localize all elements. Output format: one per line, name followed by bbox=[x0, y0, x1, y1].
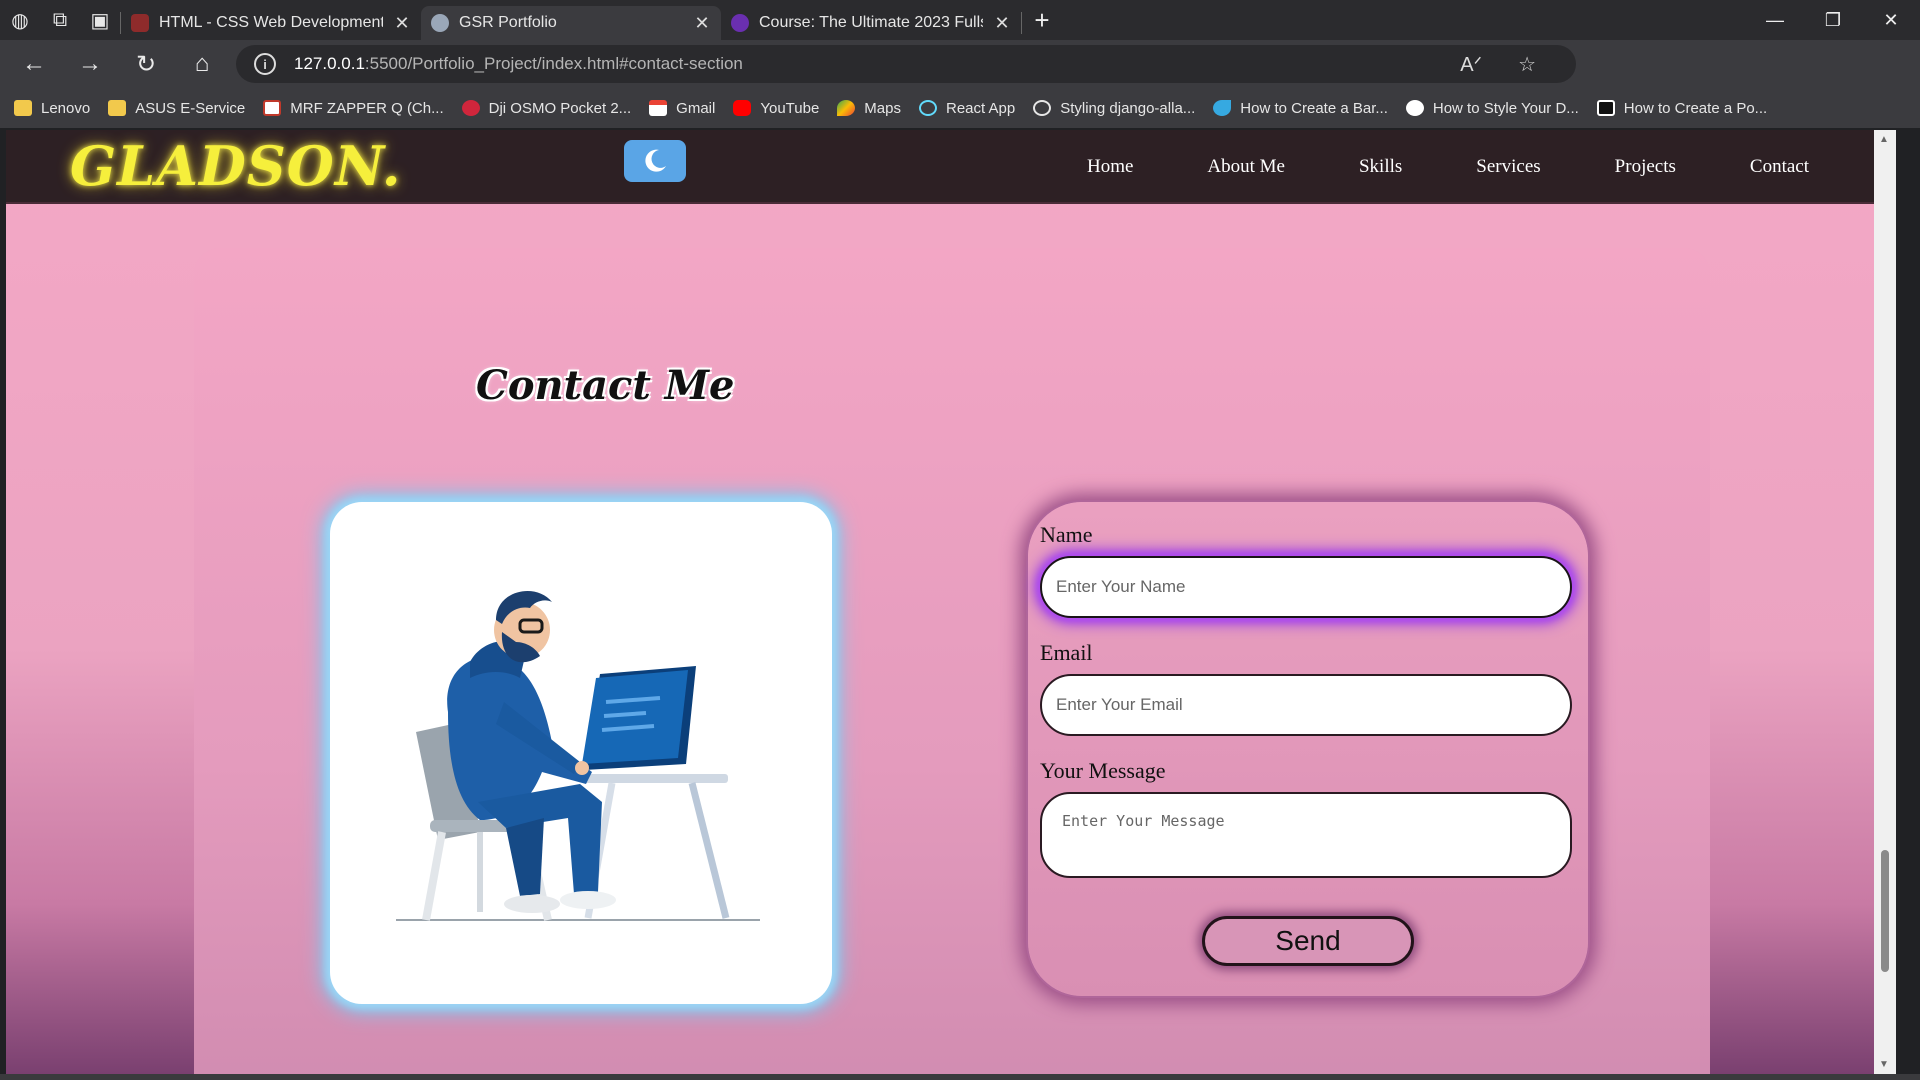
nav-links: Home About Me Skills Services Projects C… bbox=[1050, 130, 1846, 204]
react-icon bbox=[918, 100, 937, 116]
read-aloud-icon[interactable]: Aᐟ bbox=[1460, 52, 1482, 77]
bookmark-gmail[interactable]: Gmail bbox=[649, 100, 715, 117]
message-label: Your Message bbox=[1040, 758, 1166, 783]
vertical-scrollbar[interactable]: ▲ ▼ bbox=[1874, 130, 1896, 1074]
contact-title: Contact Me bbox=[476, 362, 735, 409]
fish-icon bbox=[1213, 100, 1232, 116]
folder-icon bbox=[108, 100, 127, 116]
browser-tab-course[interactable]: Course: The Ultimate 2023 Fullsta ✕ bbox=[721, 6, 1021, 40]
close-icon[interactable]: ✕ bbox=[693, 13, 711, 34]
profile-icon[interactable]: ◍ bbox=[0, 0, 40, 40]
nav-home-link[interactable]: Home bbox=[1050, 156, 1170, 178]
gmail-icon bbox=[649, 100, 668, 116]
url-host: 127.0.0.1 bbox=[294, 54, 365, 73]
name-label: Name bbox=[1040, 522, 1093, 547]
home-icon[interactable]: ⌂ bbox=[174, 40, 230, 88]
url-path: :5500/Portfolio_Project/index.html#conta… bbox=[364, 54, 743, 73]
scroll-up-icon[interactable]: ▲ bbox=[1879, 134, 1889, 145]
minimize-icon[interactable]: — bbox=[1746, 0, 1804, 40]
pdf-icon bbox=[131, 14, 149, 32]
contact-illustration-card bbox=[330, 502, 832, 1004]
folder-icon bbox=[14, 100, 32, 116]
tab-actions-icon[interactable]: ▣ bbox=[80, 0, 120, 40]
bookmarks-bar: Lenovo ASUS E-Service MRF ZAPPER Q (Ch..… bbox=[0, 88, 1920, 128]
browser-tab-bar: ◍ ⧉ ▣ HTML - CSS Web Development P ✕ GSR… bbox=[0, 0, 1920, 40]
address-toolbar: ← → ↻ ⌂ i 127.0.0.1:5500/Portfolio_Proje… bbox=[0, 40, 1920, 117]
maps-icon bbox=[837, 100, 856, 116]
browser-tab-gsr-portfolio[interactable]: GSR Portfolio ✕ bbox=[421, 6, 721, 40]
restore-icon[interactable]: ❐ bbox=[1804, 0, 1862, 40]
back-icon[interactable]: ← bbox=[6, 40, 62, 88]
code-icon bbox=[1596, 100, 1615, 116]
page-viewport: Contact Me Name Enter Your Name Email En… bbox=[6, 130, 1896, 1074]
contact-form: Name Email Your Message Send bbox=[1028, 502, 1588, 996]
bottom-scroll-edge bbox=[0, 1074, 1920, 1080]
bookmark-create-po[interactable]: How to Create a Po... bbox=[1596, 100, 1767, 117]
nav-skills-link[interactable]: Skills bbox=[1322, 156, 1439, 178]
workspaces-icon[interactable]: ⧉ bbox=[40, 0, 80, 40]
globe-icon bbox=[431, 14, 449, 32]
udemy-icon bbox=[731, 14, 749, 32]
name-input[interactable] bbox=[1040, 556, 1572, 618]
bookmark-dji[interactable]: Dji OSMO Pocket 2... bbox=[461, 100, 631, 117]
nav-about-link[interactable]: About Me bbox=[1170, 156, 1322, 178]
close-icon[interactable]: ✕ bbox=[993, 13, 1011, 34]
developer-illustration bbox=[396, 590, 760, 921]
bookmark-youtube[interactable]: YouTube bbox=[733, 100, 819, 117]
medium-icon bbox=[1405, 100, 1424, 116]
nav-contact-link[interactable]: Contact bbox=[1713, 156, 1846, 178]
bookmark-create-bar[interactable]: How to Create a Bar... bbox=[1213, 100, 1388, 117]
bookmark-django[interactable]: Styling django-alla... bbox=[1033, 100, 1195, 117]
message-textarea[interactable] bbox=[1040, 792, 1572, 878]
new-tab-icon[interactable]: + bbox=[1022, 0, 1062, 40]
theme-toggle-button[interactable] bbox=[624, 140, 686, 182]
moon-icon bbox=[645, 149, 666, 172]
favorite-star-icon[interactable]: ☆ bbox=[1518, 52, 1536, 77]
bookmark-maps[interactable]: Maps bbox=[837, 100, 901, 117]
browser-tab-html-css[interactable]: HTML - CSS Web Development P ✕ bbox=[121, 6, 421, 40]
address-bar[interactable]: i 127.0.0.1:5500/Portfolio_Project/index… bbox=[236, 45, 1576, 83]
nav-services-link[interactable]: Services bbox=[1439, 156, 1577, 178]
scroll-down-icon[interactable]: ▼ bbox=[1879, 1059, 1889, 1070]
forward-icon[interactable]: → bbox=[62, 40, 118, 88]
bookmark-mrf[interactable]: MRF ZAPPER Q (Ch... bbox=[263, 100, 444, 117]
site-logo[interactable]: GLADSON. bbox=[70, 134, 402, 198]
bookmark-react-app[interactable]: React App bbox=[918, 100, 1015, 117]
scrollbar-thumb[interactable] bbox=[1881, 850, 1889, 972]
site-info-icon[interactable]: i bbox=[254, 53, 276, 75]
close-window-icon[interactable]: ✕ bbox=[1862, 0, 1920, 40]
youtube-icon bbox=[733, 100, 752, 116]
send-button[interactable]: Send bbox=[1202, 916, 1414, 966]
email-label: Email bbox=[1040, 640, 1093, 665]
nav-projects-link[interactable]: Projects bbox=[1578, 156, 1713, 178]
bookmark-asus[interactable]: ASUS E-Service bbox=[108, 100, 245, 117]
site-navbar: GLADSON. Home About Me Skills Services P… bbox=[6, 130, 1896, 204]
window-controls: — ❐ ✕ bbox=[1746, 0, 1920, 40]
tab-title: GSR Portfolio bbox=[459, 14, 557, 31]
close-icon[interactable]: ✕ bbox=[393, 13, 411, 34]
q-icon bbox=[461, 100, 480, 116]
tab-title: HTML - CSS Web Development P bbox=[159, 14, 383, 31]
bookmark-lenovo[interactable]: Lenovo bbox=[14, 100, 90, 117]
tab-title: Course: The Ultimate 2023 Fullsta bbox=[759, 14, 983, 31]
email-input[interactable] bbox=[1040, 674, 1572, 736]
tp-icon bbox=[263, 100, 282, 116]
reload-icon[interactable]: ↻ bbox=[118, 40, 174, 88]
django-icon bbox=[1033, 100, 1052, 116]
bookmark-style-your[interactable]: How to Style Your D... bbox=[1405, 100, 1579, 117]
